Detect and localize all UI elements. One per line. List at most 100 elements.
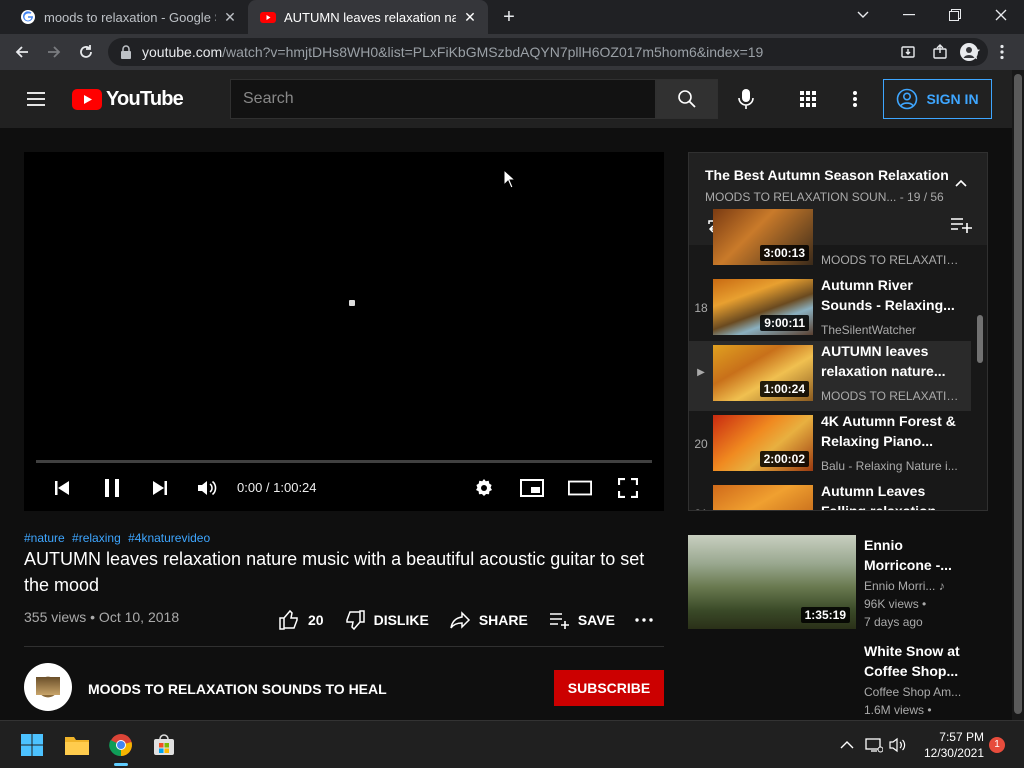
close-tab-icon[interactable]: ✕ bbox=[462, 9, 478, 25]
settings-menu-button[interactable] bbox=[843, 87, 867, 111]
apps-grid-icon bbox=[800, 91, 816, 107]
playlist-item-channel: MOODS TO RELAXATIO... bbox=[821, 389, 961, 403]
share-button[interactable]: SHARE bbox=[449, 609, 528, 631]
progress-bar[interactable] bbox=[36, 460, 652, 463]
duration-badge: 1:35:19 bbox=[800, 607, 850, 623]
reload-button[interactable] bbox=[74, 40, 98, 64]
minimize-icon bbox=[903, 14, 915, 16]
playlist-item-channel: MOODS TO RELAXATIO... bbox=[821, 253, 961, 267]
mute-button[interactable] bbox=[195, 476, 219, 500]
next-button[interactable] bbox=[148, 476, 172, 500]
now-playing-indicator: ▶ bbox=[697, 367, 705, 378]
playlist-item-thumbnail: 9:00:11 bbox=[713, 279, 813, 335]
youtube-logo[interactable]: YouTube bbox=[72, 87, 184, 111]
sign-in-button[interactable]: SIGN IN bbox=[883, 79, 992, 119]
subscribe-button[interactable]: SUBSCRIBE bbox=[554, 670, 664, 706]
more-actions-button[interactable] bbox=[635, 618, 661, 622]
hashtag-link[interactable]: #4knaturevideo bbox=[128, 531, 210, 545]
hamburger-icon bbox=[27, 92, 45, 106]
youtube-apps-button[interactable] bbox=[796, 87, 820, 111]
duration-badge: 3:00:13 bbox=[759, 245, 809, 261]
page-scrollbar[interactable] bbox=[1012, 70, 1024, 720]
network-status[interactable] bbox=[864, 735, 884, 755]
arrow-right-icon bbox=[48, 46, 61, 58]
video-player[interactable]: 0:00 / 1:00:24 bbox=[24, 152, 664, 511]
file-explorer-button[interactable] bbox=[61, 729, 93, 761]
forward-button[interactable] bbox=[42, 40, 66, 64]
video-meta: 355 views • Oct 10, 2018 bbox=[24, 609, 180, 625]
close-window-button[interactable] bbox=[978, 0, 1024, 30]
restore-button[interactable] bbox=[932, 0, 978, 30]
section-divider bbox=[24, 646, 664, 647]
playlist-item[interactable]: 18 9:00:11 Autumn River Sounds - Relaxin… bbox=[689, 275, 971, 345]
voice-search-button[interactable] bbox=[734, 87, 758, 111]
close-icon bbox=[995, 9, 1007, 21]
volume-icon bbox=[198, 480, 217, 496]
playlist-item[interactable]: 3:00:13 MOODS TO RELAXATIO... bbox=[689, 205, 971, 275]
hashtag-link[interactable]: #relaxing bbox=[72, 531, 121, 545]
video-title: AUTUMN leaves relaxation nature music wi… bbox=[24, 549, 645, 595]
search-input[interactable]: Search bbox=[230, 79, 656, 119]
browser-toolbar: youtube.com/watch?v=hmjtDHs8WH0&list=PLx… bbox=[0, 34, 1024, 70]
chrome-taskbar-button[interactable] bbox=[105, 729, 137, 761]
tab-youtube-video[interactable]: AUTUMN leaves relaxation nature music wi… bbox=[248, 0, 488, 34]
volume-status[interactable] bbox=[888, 735, 908, 755]
lock-icon bbox=[121, 45, 131, 59]
like-button[interactable]: 20 bbox=[278, 609, 324, 631]
playlist-item-channel: TheSilentWatcher bbox=[821, 323, 916, 337]
profile-button[interactable] bbox=[957, 40, 981, 64]
fullscreen-button[interactable] bbox=[616, 476, 640, 500]
pause-button[interactable] bbox=[100, 476, 124, 500]
channel-avatar[interactable] bbox=[24, 663, 72, 711]
tab-google-search[interactable]: moods to relaxation - Google Search ✕ bbox=[8, 0, 248, 34]
profile-avatar-icon bbox=[960, 43, 978, 61]
save-button[interactable]: SAVE bbox=[548, 609, 615, 631]
restore-icon bbox=[949, 9, 961, 21]
playlist-item[interactable]: 20 2:00:02 4K Autumn Forest & Relaxing P… bbox=[689, 411, 971, 481]
theater-mode-button[interactable] bbox=[568, 476, 592, 500]
playlist-item[interactable]: 21 Autumn Leaves Falling relaxation... bbox=[689, 481, 971, 510]
windows-taskbar: 7:57 PM 12/30/2021 1 bbox=[0, 720, 1024, 768]
settings-button[interactable] bbox=[472, 476, 496, 500]
recommended-video[interactable]: White Snow at Coffee Shop... Coffee Shop… bbox=[688, 641, 1008, 720]
browser-menu-button[interactable] bbox=[990, 40, 1014, 64]
recommended-thumbnail: 1:35:19 bbox=[688, 535, 856, 629]
notification-badge[interactable]: 1 bbox=[989, 737, 1005, 753]
install-app-icon[interactable] bbox=[892, 44, 924, 60]
windows-logo-icon bbox=[21, 734, 43, 756]
youtube-masthead: YouTube Search SIGN IN bbox=[0, 70, 1012, 128]
youtube-logo-icon bbox=[72, 88, 102, 110]
playlist-scrollbar[interactable] bbox=[977, 315, 983, 363]
address-bar[interactable]: youtube.com/watch?v=hmjtDHs8WH0&list=PLx… bbox=[108, 38, 988, 66]
music-note-icon: ♪ bbox=[938, 579, 945, 593]
chevron-up-icon[interactable] bbox=[953, 175, 969, 191]
show-hidden-icons-button[interactable] bbox=[837, 735, 857, 755]
back-button[interactable] bbox=[10, 40, 34, 64]
time-display: 0:00 / 1:00:24 bbox=[237, 480, 317, 495]
scrollbar-thumb[interactable] bbox=[1014, 74, 1022, 714]
search-button[interactable] bbox=[656, 79, 718, 119]
minimize-button[interactable] bbox=[886, 0, 932, 30]
previous-button[interactable] bbox=[50, 476, 74, 500]
start-button[interactable] bbox=[16, 729, 48, 761]
recommended-age: 7 days ago bbox=[864, 615, 923, 629]
close-tab-icon[interactable]: ✕ bbox=[222, 9, 238, 25]
playlist-title[interactable]: The Best Autumn Season Relaxation bbox=[705, 167, 949, 183]
share-arrow-icon bbox=[450, 611, 470, 629]
save-label: SAVE bbox=[577, 612, 615, 628]
channel-name[interactable]: MOODS TO RELAXATION SOUNDS TO HEAL bbox=[88, 681, 387, 697]
store-button[interactable] bbox=[148, 729, 180, 761]
playlist-item-index: 21 bbox=[689, 507, 713, 510]
playlist-item-current[interactable]: ▶ 1:00:24 AUTUMN leaves relaxation natur… bbox=[689, 341, 971, 411]
share-page-icon[interactable] bbox=[924, 44, 956, 60]
dislike-button[interactable]: DISLIKE bbox=[344, 609, 429, 631]
tab-search-button[interactable] bbox=[840, 0, 886, 30]
playlist-item-title bbox=[821, 205, 961, 245]
recommended-video[interactable]: 1:35:19 Ennio Morricone -... Ennio Morri… bbox=[688, 535, 1008, 635]
miniplayer-button[interactable] bbox=[520, 476, 544, 500]
guide-menu-button[interactable] bbox=[24, 87, 48, 111]
search-icon bbox=[678, 90, 696, 108]
taskbar-clock[interactable]: 7:57 PM 12/30/2021 bbox=[918, 729, 984, 761]
new-tab-button[interactable]: + bbox=[498, 6, 520, 28]
hashtag-link[interactable]: #nature bbox=[24, 531, 65, 545]
